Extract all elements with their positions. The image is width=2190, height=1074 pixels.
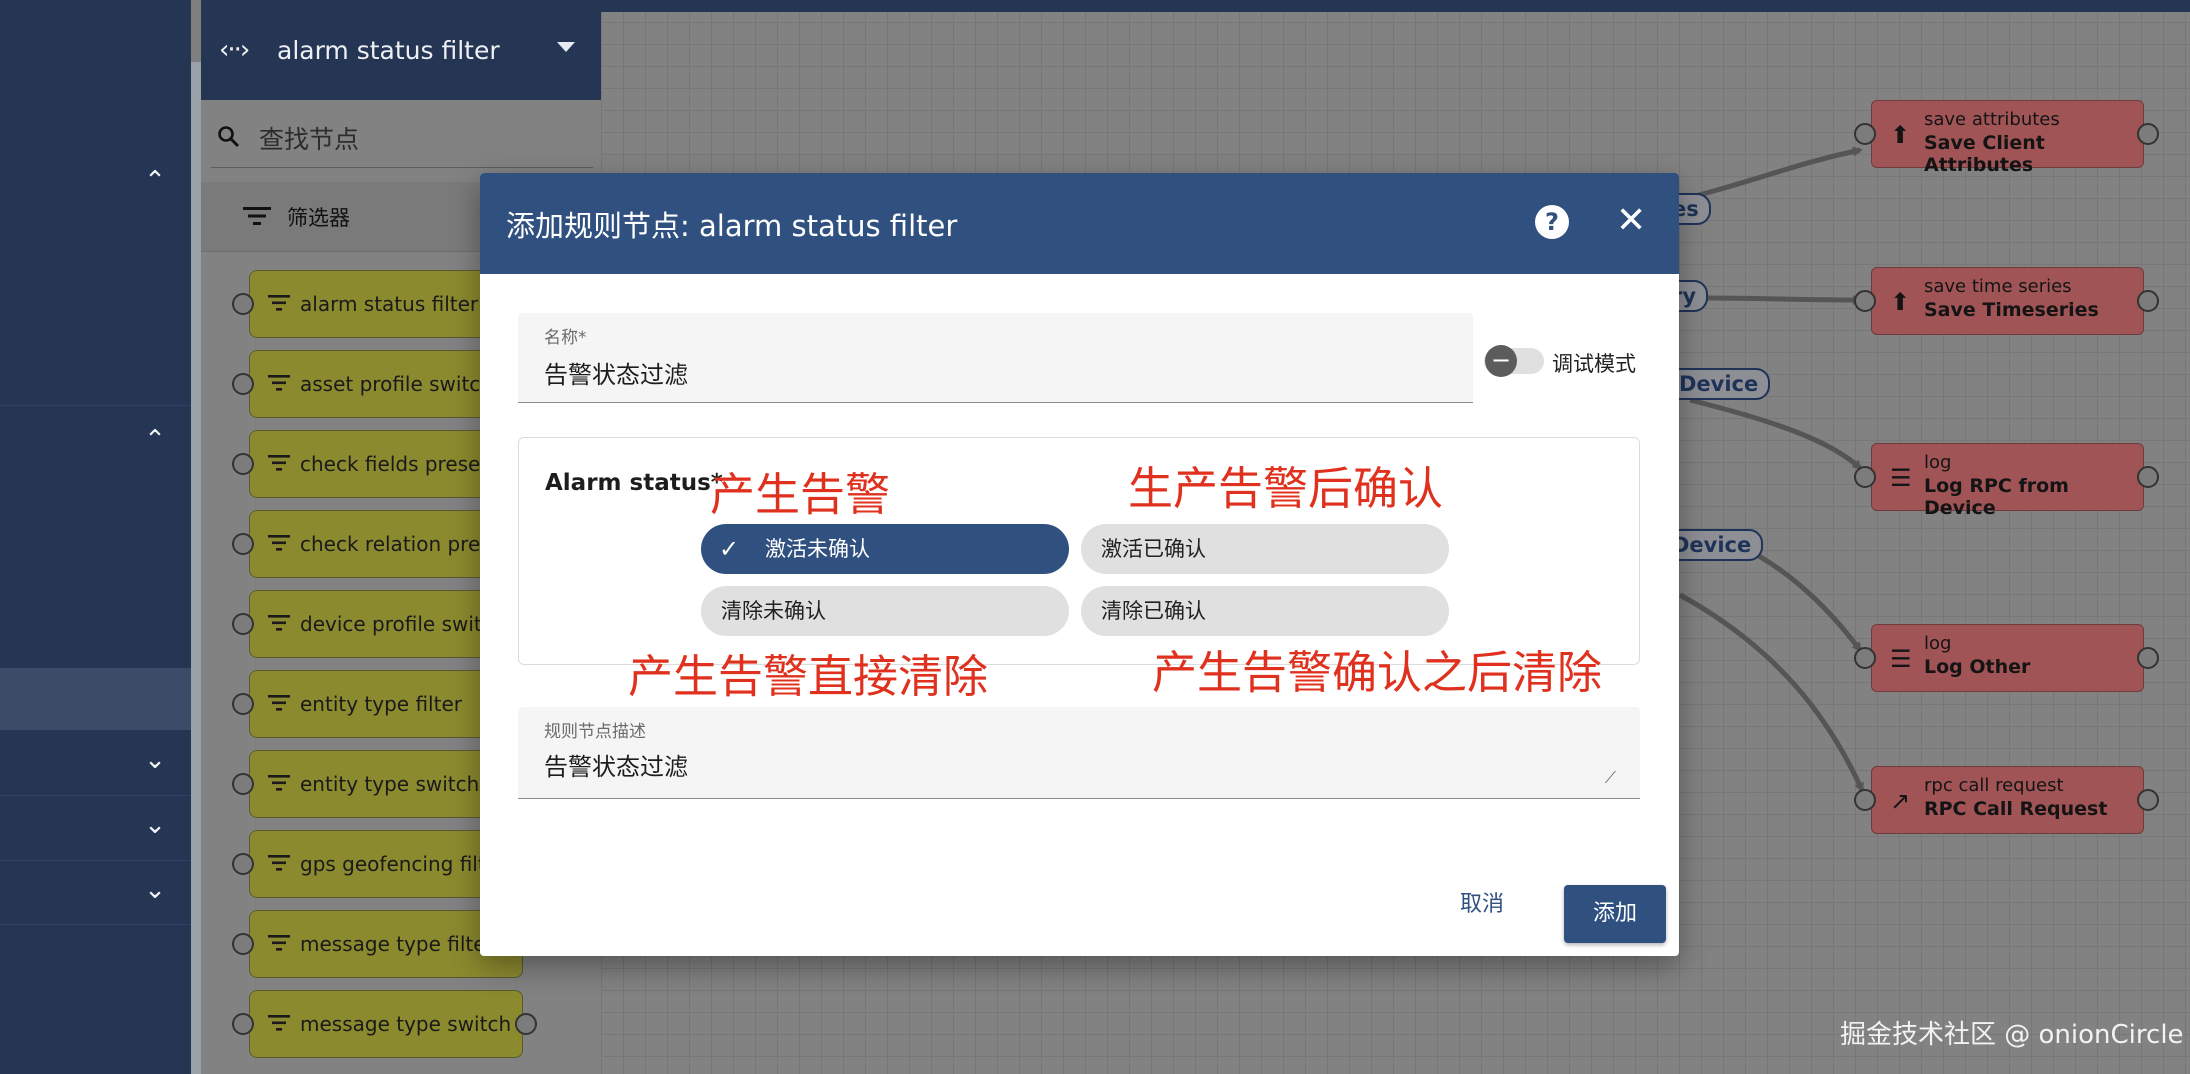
node-port[interactable]	[1854, 466, 1876, 488]
description-field-label: 规则节点描述	[544, 722, 646, 742]
toggle-minus-icon[interactable]: −	[1485, 345, 1517, 377]
dialog-header: 添加规则节点: alarm status filter	[480, 173, 1679, 274]
arrow-up-right-icon: ↗	[1890, 787, 1911, 815]
canvas-rule-node[interactable]: ⬆ save attributes Save Client Attributes	[1871, 100, 2144, 176]
edge	[1679, 146, 1863, 203]
alarm-status-chip[interactable]: 清除未确认	[701, 586, 1069, 636]
name-field[interactable]: 名称* 告警状态过滤	[518, 313, 1473, 403]
check-icon: ✓	[719, 535, 740, 563]
canvas-rule-node[interactable]: ☰ log Log RPC from Device	[1871, 443, 2144, 519]
node-name: Log RPC from Device	[1924, 475, 2069, 519]
node-type: save time series	[1924, 276, 2072, 297]
menu-icon: ☰	[1890, 645, 1912, 673]
add-rule-node-dialog: 添加规则节点: alarm status filter ? ✕ 名称* 告警状态…	[480, 173, 1679, 956]
node-name: Save Client Attributes	[1924, 132, 2045, 176]
description-field-value[interactable]: 告警状态过滤	[544, 747, 688, 782]
node-port[interactable]	[1854, 789, 1876, 811]
node-port[interactable]	[1854, 290, 1876, 312]
annotation-text: 生产告警后确认	[1128, 462, 1444, 515]
alarm-status-chip[interactable]: ✓ 激活未确认	[701, 524, 1069, 574]
alarm-status-label: Alarm status*	[545, 470, 723, 496]
node-port[interactable]	[1854, 647, 1876, 669]
node-port[interactable]	[1854, 123, 1876, 145]
chip-label: 激活已确认	[1101, 537, 1206, 561]
chip-label: 激活未确认	[765, 537, 870, 561]
close-icon[interactable]: ✕	[1616, 201, 1646, 241]
annotation-text: 产生告警确认之后清除	[1152, 646, 1603, 699]
chip-label: 清除已确认	[1101, 599, 1206, 623]
annotation-text: 产生告警直接清除	[628, 650, 989, 703]
node-type: save attributes	[1924, 109, 2060, 130]
node-port[interactable]	[2137, 290, 2159, 312]
edge	[1738, 543, 1862, 653]
edge	[1678, 592, 1865, 793]
cancel-button[interactable]: 取消	[1460, 886, 1504, 918]
node-port[interactable]	[2137, 466, 2159, 488]
node-port[interactable]	[2137, 647, 2159, 669]
upload-icon: ⬆	[1890, 288, 1911, 316]
node-port[interactable]	[2137, 123, 2159, 145]
debug-mode-label: 调试模式	[1552, 352, 1636, 376]
watermark: 掘金技术社区 @ onionCircle	[1840, 1020, 2184, 1050]
name-field-label: 名称*	[544, 328, 587, 348]
node-type: rpc call request	[1924, 775, 2064, 796]
edge	[1689, 397, 1863, 471]
description-field[interactable]: 规则节点描述 告警状态过滤 ⟋	[518, 707, 1640, 799]
canvas-rule-node[interactable]: ⬆ save time series Save Timeseries	[1871, 267, 2144, 335]
node-name: RPC Call Request	[1924, 798, 2108, 820]
node-name: Log Other	[1924, 656, 2031, 678]
dialog-title: 添加规则节点: alarm status filter	[506, 208, 958, 243]
edge	[1699, 294, 1863, 305]
resize-handle-icon[interactable]: ⟋	[1605, 768, 1616, 788]
link-label[interactable]: Device	[1667, 368, 1771, 400]
alarm-status-box: Alarm status* ✓ 激活未确认 激活已确认 清除未确认 清除已确认	[518, 437, 1640, 665]
node-type: log	[1924, 633, 1952, 654]
node-port[interactable]	[2137, 789, 2159, 811]
name-field-value[interactable]: 告警状态过滤	[544, 355, 688, 390]
help-icon[interactable]: ?	[1535, 205, 1569, 239]
chip-label: 清除未确认	[721, 599, 826, 623]
node-name: Save Timeseries	[1924, 299, 2099, 321]
alarm-status-chip[interactable]: 激活已确认	[1081, 524, 1449, 574]
upload-icon: ⬆	[1890, 121, 1911, 149]
canvas-rule-node[interactable]: ↗ rpc call request RPC Call Request	[1871, 766, 2144, 834]
alarm-status-chip[interactable]: 清除已确认	[1081, 586, 1449, 636]
node-type: log	[1924, 452, 1952, 473]
annotation-text: 产生告警	[710, 468, 891, 521]
add-button[interactable]: 添加	[1564, 885, 1666, 943]
canvas-rule-node[interactable]: ☰ log Log Other	[1871, 624, 2144, 692]
menu-icon: ☰	[1890, 464, 1912, 492]
